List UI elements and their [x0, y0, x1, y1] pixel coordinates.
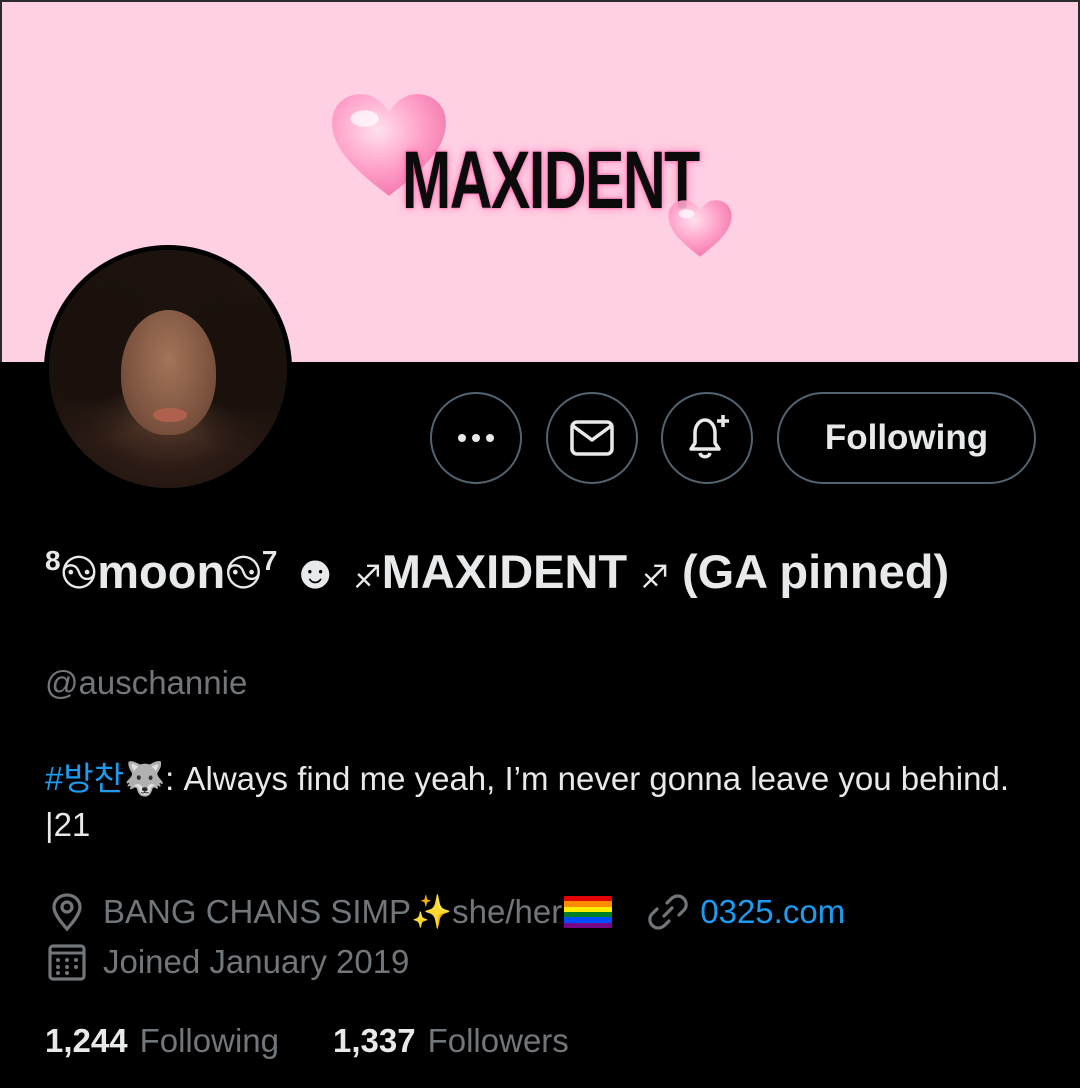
following-label: Following: [139, 1022, 279, 1059]
location-text: BANG CHANS SIMP: [103, 893, 412, 930]
followers-count-link[interactable]: 1,337 Followers: [333, 1022, 569, 1060]
envelope-icon: [570, 420, 614, 456]
joined-row: Joined January 2019: [45, 942, 409, 982]
sagittarius-icon: ♐: [640, 559, 669, 595]
follow-stats: 1,244 Following 1,337 Followers: [45, 1022, 623, 1060]
heart-icon: [668, 200, 732, 257]
name-sup-prefix: 8: [45, 545, 61, 576]
bio-text: : Always find me yeah, I’m never gonna l…: [45, 760, 1009, 843]
bio: #방찬🐺: Always find me yeah, I’m never gon…: [45, 756, 1045, 848]
bio-hashtag-link[interactable]: #방찬: [45, 760, 124, 797]
sagittarius-icon: ♐: [353, 559, 382, 595]
username-handle: @auschannie: [45, 664, 248, 701]
smiley-icon: ☻: [290, 545, 340, 598]
swirl-icon: ࿊: [225, 545, 262, 598]
message-button[interactable]: [546, 392, 638, 484]
following-count: 1,244: [45, 1022, 128, 1059]
name-end: (GA pinned): [681, 545, 950, 598]
joined-date-text: Joined January 2019: [103, 943, 410, 980]
following-button[interactable]: Following: [777, 392, 1036, 484]
more-horizontal-icon: [458, 434, 494, 442]
sparkles-icon: ✨: [411, 892, 453, 930]
wolf-icon: 🐺: [124, 760, 166, 797]
display-name: 8࿊moon࿊7 ☻ ♐MAXIDENT ♐ (GA pinned): [45, 530, 1045, 608]
link-icon: [648, 894, 688, 930]
followers-count: 1,337: [333, 1022, 416, 1059]
swirl-icon: ࿊: [60, 545, 98, 598]
name-core: moon: [97, 545, 226, 598]
calendar-icon: [48, 944, 86, 981]
notifications-button[interactable]: [661, 392, 753, 484]
rainbow-flag-icon: [564, 896, 613, 928]
avatar-photo: [49, 250, 287, 488]
website-link[interactable]: 0325.com: [700, 893, 845, 931]
banner-logo-text: MAXIDENT: [402, 135, 700, 226]
more-button[interactable]: [430, 392, 522, 484]
following-count-link[interactable]: 1,244 Following: [45, 1022, 279, 1060]
name-tail: MAXIDENT: [381, 545, 628, 598]
bell-plus-icon: [689, 415, 729, 459]
location-pin-icon: [52, 893, 82, 932]
avatar[interactable]: [44, 245, 292, 493]
name-sup-suffix: 7: [261, 545, 278, 576]
pronouns-text: she/her: [452, 893, 563, 930]
location-row: BANG CHANS SIMP ✨ she/her 0325.com: [45, 892, 845, 932]
profile-page: MAXIDENT Following 8࿊moon࿊7 ☻ ♐MAXIDENT …: [0, 0, 1080, 1088]
followers-label: Followers: [427, 1022, 569, 1059]
